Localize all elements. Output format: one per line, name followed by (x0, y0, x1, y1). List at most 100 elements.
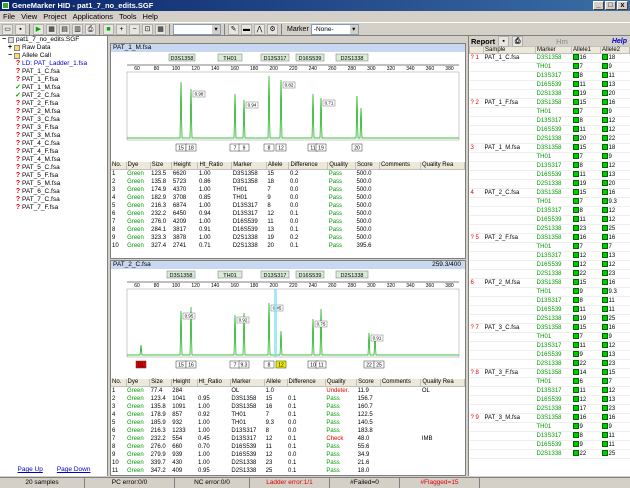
table-row[interactable]: 2 Green 123.4 1041 0.95 D3S1358 15 0.1 Pass 156.7 (111, 395, 465, 403)
tree-file-item[interactable]: ? PAT_5_C.fsa (0, 164, 107, 172)
report-column-header[interactable]: Allele2 (600, 46, 630, 54)
tree-file-item[interactable]: ? PAT_3_F.fsa (0, 124, 107, 132)
column-header[interactable]: Difference (288, 162, 329, 170)
report-row[interactable]: TH01 9 9 (469, 422, 630, 432)
column-header[interactable]: No. (111, 162, 127, 170)
tree-file-item[interactable]: ? PAT_3_M.fsa (0, 132, 107, 140)
print-icon[interactable]: ⎙ (85, 23, 96, 35)
table-icon[interactable]: ▦ (46, 23, 57, 35)
report-row[interactable]: ? 1 PAT_1_C.fsa D3S1358 16 18 (469, 53, 630, 63)
page-up-link[interactable]: Page Up (18, 466, 43, 476)
column-header[interactable]: Quality (327, 162, 356, 170)
tree-file-item[interactable]: ? PAT_3_C.fsa (0, 116, 107, 124)
report-row[interactable]: D16S539 11 12 (469, 215, 630, 225)
table-row[interactable]: 8 Green 284.1 3817 0.91 D16S539 13 0.1 Pass 500.0 (111, 226, 465, 234)
column-header[interactable]: Allele (264, 379, 288, 387)
tree-raw-data[interactable]: + Raw Data (0, 44, 107, 52)
report-row[interactable]: D13S317 8 11 (469, 296, 630, 306)
table-row[interactable]: 7 Green 276.0 4209 1.00 D16S539 11 0.0 Pass 500.0 (111, 218, 465, 226)
report-row[interactable]: D16S539 11 11 (469, 305, 630, 315)
close-button[interactable]: x (617, 1, 628, 10)
report-row[interactable]: 4 PAT_2_C.fsa D3S1358 15 16 (469, 188, 630, 198)
column-header[interactable]: Allele (266, 162, 290, 170)
report-row[interactable]: D16S539 11 13 (469, 80, 630, 90)
tree-file-item[interactable]: ? PAT_7_F.fsa (0, 204, 107, 212)
column-header[interactable]: Dye (126, 162, 151, 170)
report-row[interactable]: ? 8 PAT_3_F.fsa D3S1358 14 15 (469, 368, 630, 378)
table-row[interactable]: 7 Green 232.2 554 0.45 D13S317 12 0.1 Check 48.0 I… (111, 435, 465, 443)
menu-help[interactable]: Help (143, 11, 158, 22)
print-report-icon[interactable]: ⎙ (512, 36, 524, 47)
table-row[interactable]: 5 Green 185.9 932 1.00 TH01 9.3 0.0 Pass 140.5 (111, 419, 465, 427)
ladder-icon[interactable]: ▬ (241, 23, 252, 35)
help-link[interactable]: Help (612, 38, 627, 45)
column-header[interactable]: Difference (287, 379, 326, 387)
report-column-header[interactable]: Sample (483, 46, 536, 54)
table-row[interactable]: 9 Green 279.9 939 1.00 D16S539 12 0.0 Pass 34.9 (111, 451, 465, 459)
run-icon[interactable]: ▶ (33, 23, 44, 35)
report-row[interactable]: ? 9 PAT_3_M.fsa D3S1358 16 16 (469, 413, 630, 423)
table-row[interactable]: 3 Green 174.9 4370 1.00 TH01 7 0.0 Pass 500.0 (111, 186, 465, 194)
report-row[interactable]: D2S1338 19 20 (469, 89, 630, 99)
tree-file-item[interactable]: ? PAT_1_F.fsa (0, 76, 107, 84)
report-row[interactable]: D2S1338 20 22 (469, 134, 630, 144)
column-header[interactable]: Height (171, 162, 199, 170)
report-row[interactable]: 3 PAT_1_M.fsa D3S1358 15 18 (469, 143, 630, 153)
report-row[interactable]: TH01 7 7 (469, 242, 630, 252)
table-row[interactable]: 4 Green 182.9 3708 0.85 TH01 9 0.0 Pass 500.0 (111, 194, 465, 202)
tree-file-item[interactable]: ? PAT_4_F.fsa (0, 148, 107, 156)
open-folder-icon[interactable]: ▭ (2, 23, 13, 35)
table-row[interactable]: 1 Green 123.5 6620 1.00 D3S1358 15 0.2 Pass 500.0 (111, 169, 465, 178)
report-row[interactable]: D16S539 11 12 (469, 125, 630, 135)
menu-tools[interactable]: Tools (119, 11, 137, 22)
table-row[interactable]: 2 Green 135.8 5723 0.86 D3S1358 18 0.0 Pass 500.0 (111, 178, 465, 186)
chart-icon[interactable]: ▤ (59, 23, 70, 35)
tree-allele-call[interactable]: − Allele Call (0, 52, 107, 60)
menu-applications[interactable]: Applications (73, 11, 113, 22)
column-header[interactable]: Ht_Ratio (197, 379, 231, 387)
peak-icon[interactable]: ⋀ (254, 23, 265, 35)
settings-icon[interactable]: ⚙ (267, 23, 278, 35)
report-row[interactable]: D16S539 12 13 (469, 395, 630, 405)
report-row[interactable]: D2S1338 19 20 (469, 179, 630, 189)
table-row[interactable]: 9 Green 323.3 3878 1.00 D2S1338 19 0.2 Pass 500.0 (111, 234, 465, 242)
report-row[interactable]: D2S1338 23 25 (469, 224, 630, 234)
column-header[interactable]: Quality Rea (420, 162, 465, 170)
report-row[interactable]: TH01 7 9.3 (469, 197, 630, 207)
menu-file[interactable]: File (3, 11, 15, 22)
column-header[interactable]: Marker (231, 162, 267, 170)
column-header[interactable]: Comments (379, 162, 421, 170)
report-row[interactable]: ? 2 PAT_1_F.fsa D3S1358 15 16 (469, 98, 630, 108)
report-row[interactable]: D2S1338 22 23 (469, 359, 630, 369)
table-row[interactable]: 10 Green 339.7 430 1.00 D2S1338 23 0.1 Pass 21.6 (111, 459, 465, 467)
report-column-header[interactable]: Marker (535, 46, 572, 54)
table-row[interactable]: 10 Green 327.4 2741 0.71 D2S1338 20 0.1 Pass 395.… (111, 242, 465, 250)
save-icon[interactable]: ▪ (15, 23, 26, 35)
report-row[interactable]: ? 5 PAT_2_F.fsa D3S1358 16 16 (469, 233, 630, 243)
column-header[interactable]: No. (111, 379, 127, 387)
report-row[interactable]: D13S317 8 12 (469, 116, 630, 126)
column-header[interactable]: Comments (380, 379, 422, 387)
column-header[interactable]: Dye (126, 379, 151, 387)
report-row[interactable]: D2S1338 22 23 (469, 269, 630, 279)
electropherogram-2[interactable]: D3S1358 TH01 D13S317 D16S539 D2S1338 60 80 100 1… (111, 269, 465, 377)
menu-project[interactable]: Project (43, 11, 66, 22)
tree-file-item[interactable]: ? PAT_4_M.fsa (0, 156, 107, 164)
tree-file-item[interactable]: ? PAT_7_C.fsa (0, 196, 107, 204)
report-row[interactable]: D13S317 11 12 (469, 386, 630, 396)
report-row[interactable]: D16S539 9 11 (469, 440, 630, 450)
tree-file-item[interactable]: ? PAT_1_C.fsa (0, 68, 107, 76)
tree-file-item[interactable]: ? PAT_5_F.fsa (0, 172, 107, 180)
report-row[interactable]: TH01 6 7 (469, 377, 630, 387)
marker-select[interactable]: -None- (310, 23, 359, 35)
grid-icon[interactable]: ▦ (155, 23, 166, 35)
report-row[interactable]: D13S317 8 11 (469, 431, 630, 441)
column-header[interactable]: Size (150, 162, 173, 170)
zoom-in-icon[interactable]: + (116, 23, 127, 35)
report-row[interactable]: D16S539 12 12 (469, 260, 630, 270)
minimize-button[interactable]: _ (593, 1, 604, 10)
report-row[interactable]: D16S539 9 13 (469, 350, 630, 360)
menu-view[interactable]: View (21, 11, 37, 22)
report-icon[interactable]: ▥ (72, 23, 83, 35)
report-row[interactable]: D13S317 8 12 (469, 161, 630, 171)
